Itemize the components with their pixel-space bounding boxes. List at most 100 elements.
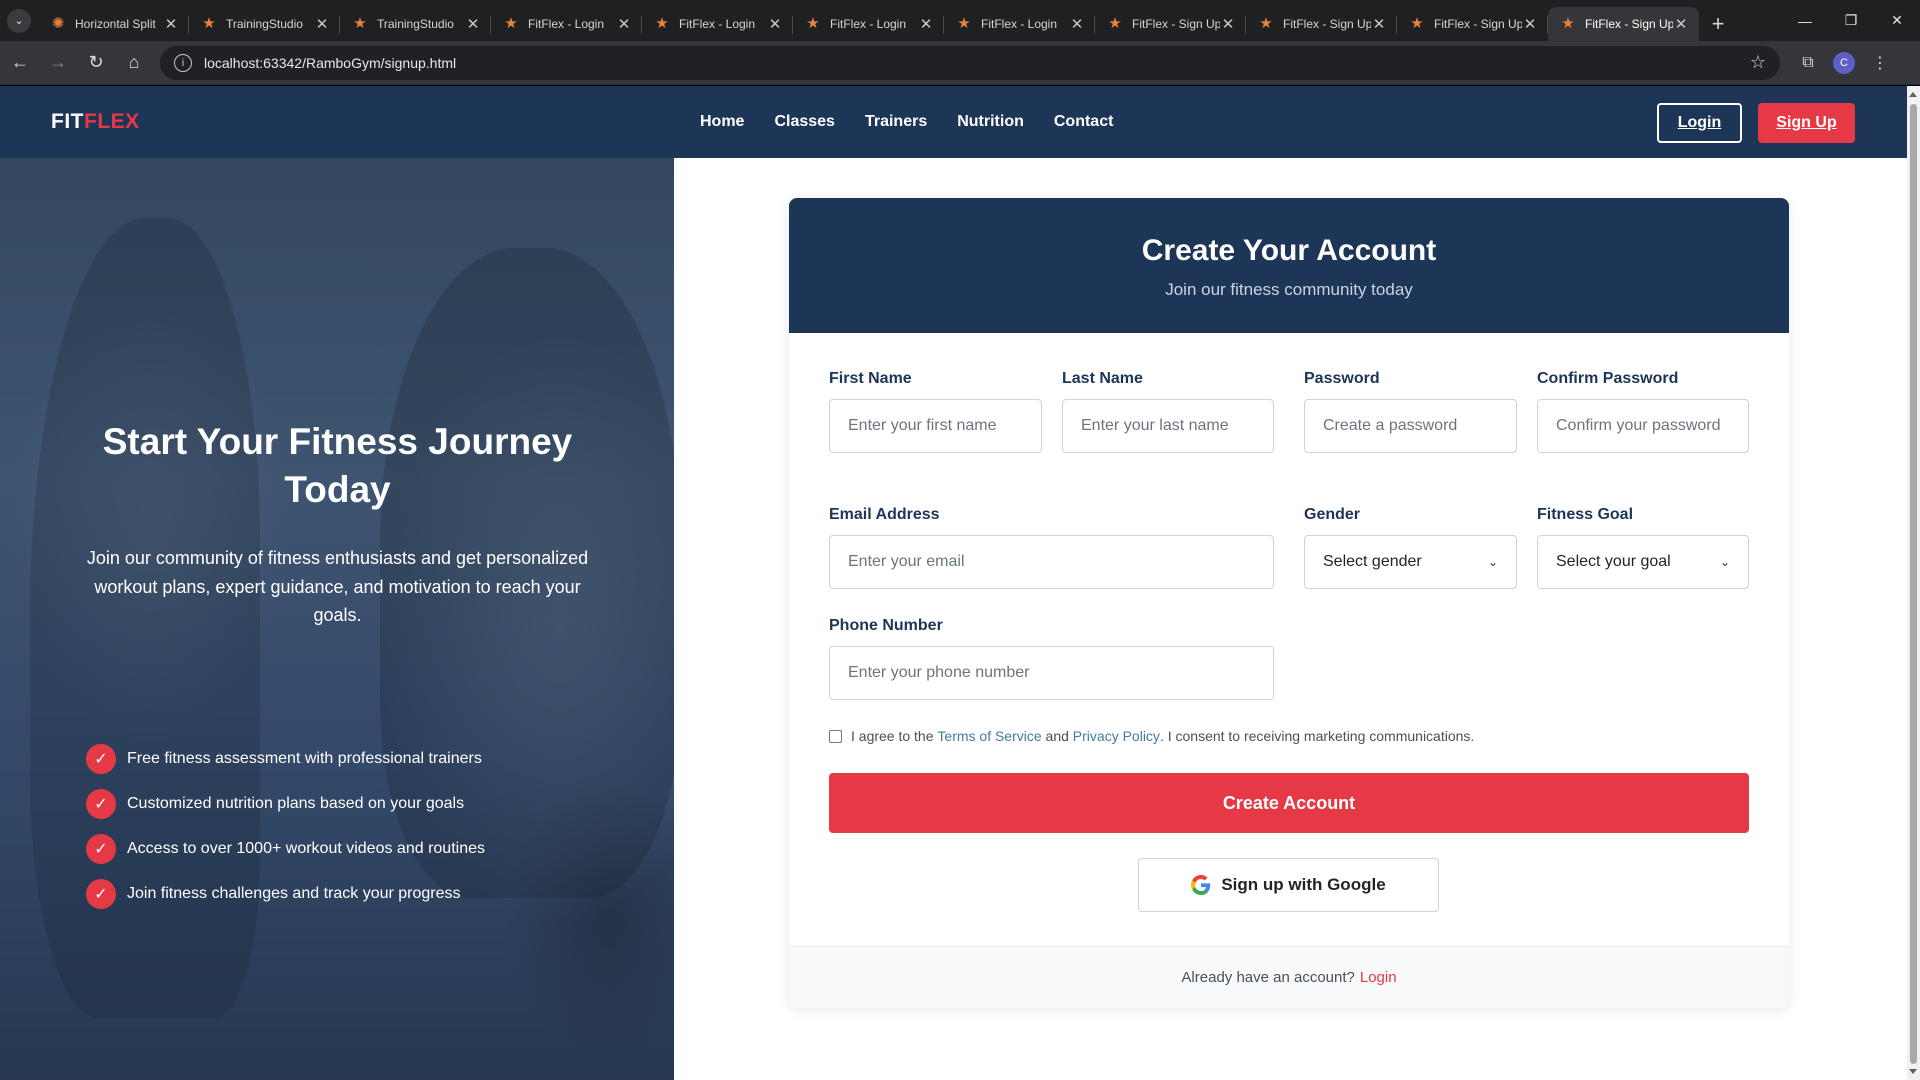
check-icon: ✓: [86, 789, 116, 819]
close-tab-icon[interactable]: ✕: [1371, 15, 1387, 33]
terms-checkbox[interactable]: [829, 729, 842, 743]
url-text[interactable]: localhost:63342/RamboGym/signup.html: [204, 55, 1750, 71]
goal-select[interactable]: Select your goal ⌄: [1537, 535, 1749, 589]
nav-link-home[interactable]: Home: [700, 113, 744, 131]
terms-of-service-link[interactable]: Terms of Service: [937, 728, 1041, 744]
goal-value: Select your goal: [1556, 553, 1671, 570]
browser-tab[interactable]: ★ TrainingStudio ✕: [189, 7, 340, 41]
tab-title: FitFlex - Sign Up: [1283, 17, 1371, 31]
browser-tab[interactable]: ★ FitFlex - Sign Up ✕: [1548, 7, 1699, 41]
extensions-icon[interactable]: ⧉: [1790, 45, 1826, 81]
scroll-up-icon[interactable]: [1909, 92, 1917, 97]
password-group: Password Create a password: [1304, 370, 1517, 453]
logo-flex: FLEX: [84, 110, 140, 133]
close-tab-icon[interactable]: ✕: [918, 15, 934, 33]
tab-title: FitFlex - Login: [981, 17, 1058, 31]
phone-input[interactable]: Enter your phone number: [829, 646, 1274, 700]
goal-group: Fitness Goal Select your goal ⌄: [1537, 506, 1749, 589]
last-name-input[interactable]: Enter your last name: [1062, 399, 1274, 453]
star-favicon-icon: ★: [202, 15, 216, 32]
browser-tab[interactable]: ★ FitFlex - Login ✕: [944, 7, 1095, 41]
card-footer: Already have an account? Login: [789, 946, 1789, 1008]
tab-search-button[interactable]: ⌄: [0, 0, 38, 41]
tab-title: FitFlex - Sign Up: [1434, 17, 1522, 31]
bookmark-star-icon[interactable]: ☆: [1750, 52, 1766, 73]
close-tab-icon[interactable]: ✕: [616, 15, 632, 33]
scroll-down-icon[interactable]: [1909, 1069, 1917, 1074]
close-tab-icon[interactable]: ✕: [465, 15, 481, 33]
tab-title: TrainingStudio: [377, 17, 454, 31]
back-icon[interactable]: ←: [2, 45, 38, 81]
hero-lead: Join our community of fitness enthusiast…: [86, 548, 589, 625]
close-tab-icon[interactable]: ✕: [1522, 15, 1538, 33]
browser-tab[interactable]: ★ TrainingStudio ✕: [340, 7, 491, 41]
nav-login-button[interactable]: Login: [1657, 103, 1742, 143]
chevron-down-icon: ⌄: [7, 8, 31, 33]
asterisk-favicon-icon: ✺: [51, 15, 65, 32]
nav-link-contact[interactable]: Contact: [1054, 113, 1114, 131]
tab-title: FitFlex - Sign Up: [1132, 17, 1220, 31]
last-name-group: Last Name Enter your last name: [1062, 370, 1274, 453]
forward-icon[interactable]: →: [40, 45, 76, 81]
window-controls: — ❐ ✕: [1782, 0, 1920, 41]
reload-icon[interactable]: ↻: [78, 45, 114, 81]
browser-menu-icon[interactable]: ⋮: [1862, 45, 1898, 81]
close-window-icon[interactable]: ✕: [1874, 0, 1920, 41]
feature-item: ✓ Customized nutrition plans based on you…: [86, 789, 485, 819]
close-tab-icon[interactable]: ✕: [314, 15, 330, 33]
feature-text: Free fitness assessment with professiona…: [127, 750, 482, 767]
google-signup-button[interactable]: Sign up with Google: [1138, 858, 1439, 912]
email-group: Email Address Enter your email: [829, 506, 1274, 589]
confirm-password-group: Confirm Password Confirm your password: [1537, 370, 1749, 453]
first-name-label: First Name: [829, 370, 912, 387]
close-tab-icon[interactable]: ✕: [1220, 15, 1236, 33]
create-account-button[interactable]: Create Account: [829, 773, 1749, 833]
new-tab-button[interactable]: +: [1699, 7, 1737, 41]
minimize-icon[interactable]: —: [1782, 0, 1828, 41]
close-tab-icon[interactable]: ✕: [163, 15, 179, 33]
home-icon[interactable]: ⌂: [116, 45, 152, 81]
browser-tab[interactable]: ★ FitFlex - Sign Up ✕: [1246, 7, 1397, 41]
browser-tab[interactable]: ★ FitFlex - Sign Up ✕: [1095, 7, 1246, 41]
gender-group: Gender Select gender ⌄: [1304, 506, 1517, 589]
profile-avatar[interactable]: C: [1833, 51, 1855, 74]
chevron-down-icon: ⌄: [1719, 555, 1730, 569]
star-favicon-icon: ★: [1259, 15, 1273, 32]
gender-label: Gender: [1304, 506, 1361, 523]
close-tab-icon[interactable]: ✕: [1673, 15, 1689, 33]
close-tab-icon[interactable]: ✕: [1069, 15, 1085, 33]
nav-link-trainers[interactable]: Trainers: [865, 113, 927, 131]
nav-link-nutrition[interactable]: Nutrition: [957, 113, 1024, 131]
gender-select[interactable]: Select gender ⌄: [1304, 535, 1517, 589]
scrollbar-thumb[interactable]: [1910, 104, 1917, 1064]
browser-tab[interactable]: ★ FitFlex - Sign Up ✕: [1397, 7, 1548, 41]
address-bar[interactable]: i localhost:63342/RamboGym/signup.html ☆: [160, 45, 1780, 80]
browser-tab[interactable]: ★ FitFlex - Login ✕: [642, 7, 793, 41]
email-input[interactable]: Enter your email: [829, 535, 1274, 589]
site-navbar: FITFLEX Home Classes Trainers Nutrition …: [0, 86, 1907, 158]
phone-group: Phone Number Enter your phone number: [829, 617, 1274, 700]
privacy-policy-link[interactable]: Privacy Policy: [1073, 728, 1160, 744]
tab-title: FitFlex - Sign Up: [1585, 17, 1673, 31]
site-info-icon[interactable]: i: [174, 53, 192, 72]
password-label: Password: [1304, 370, 1380, 387]
footer-login-link[interactable]: Login: [1360, 969, 1397, 986]
first-name-input[interactable]: Enter your first name: [829, 399, 1042, 453]
tab-title: Horizontal Split: [75, 17, 156, 31]
feature-list: ✓ Free fitness assessment with profession…: [86, 744, 485, 924]
browser-tab[interactable]: ✺ Horizontal Split ✕: [38, 7, 189, 41]
password-input[interactable]: Create a password: [1304, 399, 1517, 453]
page-scrollbar[interactable]: [1907, 86, 1920, 1080]
nav-link-classes[interactable]: Classes: [774, 113, 835, 131]
close-tab-icon[interactable]: ✕: [767, 15, 783, 33]
check-icon: ✓: [86, 834, 116, 864]
tab-title: FitFlex - Login: [679, 17, 756, 31]
nav-signup-button[interactable]: Sign Up: [1758, 103, 1855, 143]
browser-tab[interactable]: ★ FitFlex - Login ✕: [491, 7, 642, 41]
restore-icon[interactable]: ❐: [1828, 0, 1874, 41]
confirm-password-input[interactable]: Confirm your password: [1537, 399, 1749, 453]
signup-section: Create Your Account Join our fitness com…: [674, 158, 1907, 1080]
browser-tab[interactable]: ★ FitFlex - Login ✕: [793, 7, 944, 41]
site-logo[interactable]: FITFLEX: [51, 110, 140, 134]
hero-panel: Start Your Fitness Journey Today Join ou…: [0, 158, 674, 1080]
